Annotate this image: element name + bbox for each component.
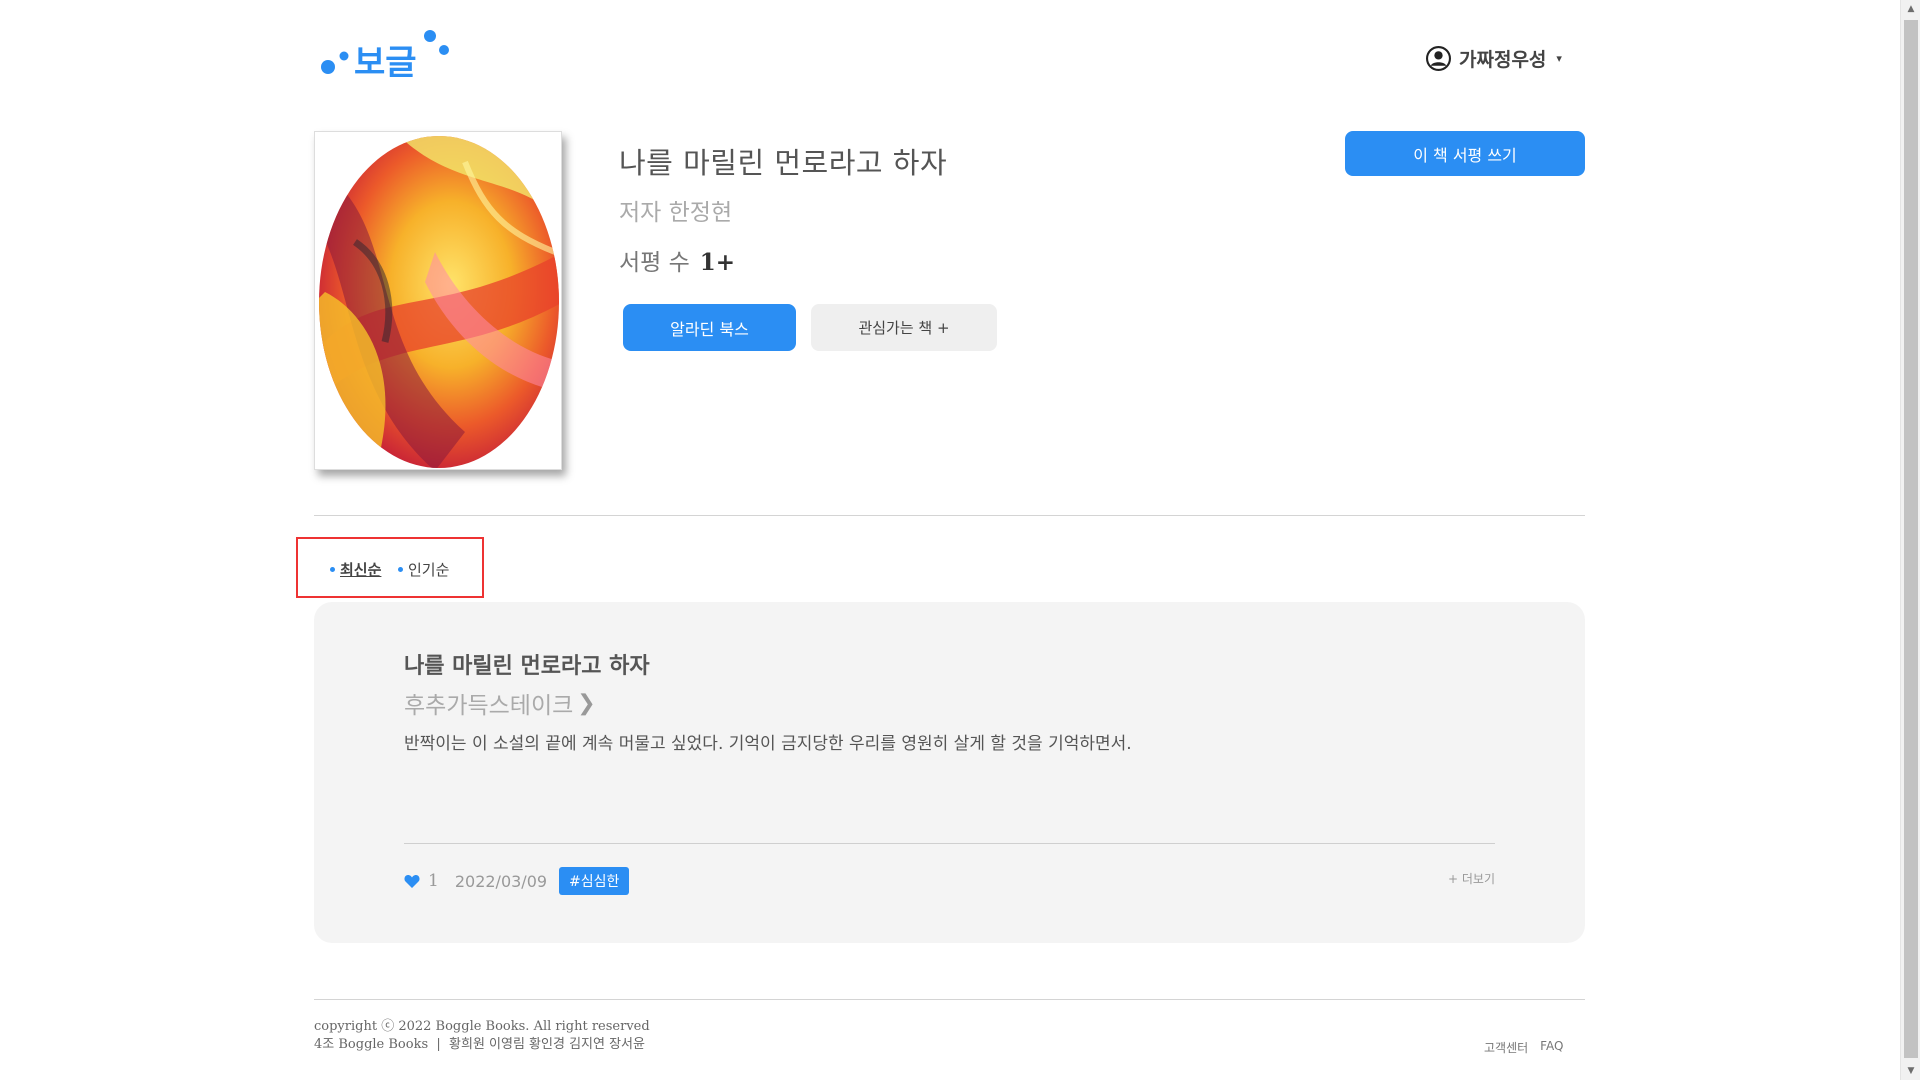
- review-book-title: 나를 마릴린 먼로라고 하자: [404, 654, 650, 679]
- boggle-logo[interactable]: 보글: [318, 28, 454, 86]
- scrollbar-thumb[interactable]: [1904, 20, 1918, 1058]
- help-center-link[interactable]: 고객센터: [1484, 1039, 1528, 1056]
- more-link[interactable]: + 더보기: [1448, 870, 1495, 887]
- book-cover-art: [315, 132, 561, 469]
- review-date: 2022/03/09: [454, 871, 548, 891]
- sort-tab-latest-label: 최신순: [340, 561, 382, 579]
- review-count-value: 1+: [699, 249, 736, 276]
- scroll-up-icon[interactable]: ▲: [1901, 0, 1920, 18]
- bullet-icon: [398, 567, 403, 572]
- faq-link[interactable]: FAQ: [1540, 1039, 1563, 1056]
- review-author-link[interactable]: 후추가득스테이크 ❯: [404, 686, 596, 720]
- user-name: 가짜정우성: [1459, 49, 1547, 71]
- scroll-down-icon[interactable]: ▼: [1901, 1062, 1920, 1080]
- user-menu[interactable]: 가짜정우성 ▾: [1426, 45, 1562, 72]
- sort-highlight-box: [296, 537, 484, 598]
- review-author-name: 후추가득스테이크: [404, 693, 574, 719]
- review-meta: 1 2022/03/09 #심심한: [404, 867, 630, 895]
- section-divider: [314, 515, 1585, 516]
- chevron-down-icon: ▾: [1556, 52, 1562, 65]
- footer-team: 4조 Boggle Books | 황희원 이영림 황인경 김지연 장서윤: [314, 1037, 645, 1052]
- user-avatar-icon: [1426, 46, 1451, 71]
- footer-copyright: copyright ⓒ 2022 Boggle Books. All right…: [314, 1019, 650, 1034]
- book-cover: [314, 131, 562, 470]
- bullet-icon: [330, 567, 335, 572]
- review-tag[interactable]: #심심한: [559, 867, 630, 895]
- review-divider: [404, 843, 1495, 844]
- sort-tab-latest[interactable]: 최신순: [330, 559, 381, 580]
- aladin-books-button[interactable]: 알라딘 북스: [623, 304, 796, 351]
- footer-info: copyright ⓒ 2022 Boggle Books. All right…: [314, 1018, 650, 1054]
- logo-text: 보글: [354, 43, 417, 83]
- review-card: 나를 마릴린 먼로라고 하자 후추가득스테이크 ❯ 반짝이는 이 소설의 끝에 …: [314, 602, 1585, 943]
- add-interest-button[interactable]: 관심가는 책 +: [811, 304, 997, 351]
- sort-tab-popular-label: 인기순: [408, 561, 450, 579]
- like-count: 1: [428, 871, 439, 891]
- write-review-button[interactable]: 이 책 서평 쓰기: [1345, 131, 1585, 176]
- heart-icon[interactable]: [404, 874, 420, 889]
- review-count-label: 서평 수: [619, 250, 690, 276]
- footer-divider: [314, 999, 1585, 1000]
- book-title: 나를 마릴린 먼로라고 하자: [619, 146, 948, 180]
- book-author: 저자 한정현: [619, 200, 733, 226]
- review-body: 반짝이는 이 소설의 끝에 계속 머물고 싶었다. 기억이 금지당한 우리를 영…: [404, 734, 1132, 754]
- page-scrollbar[interactable]: ▲ ▼: [1900, 0, 1920, 1080]
- sort-tab-popular[interactable]: 인기순: [398, 559, 449, 580]
- review-count: 서평 수 1+: [619, 243, 735, 277]
- footer-links: 고객센터 FAQ: [1484, 1039, 1563, 1056]
- chevron-right-icon: ❯: [577, 690, 596, 716]
